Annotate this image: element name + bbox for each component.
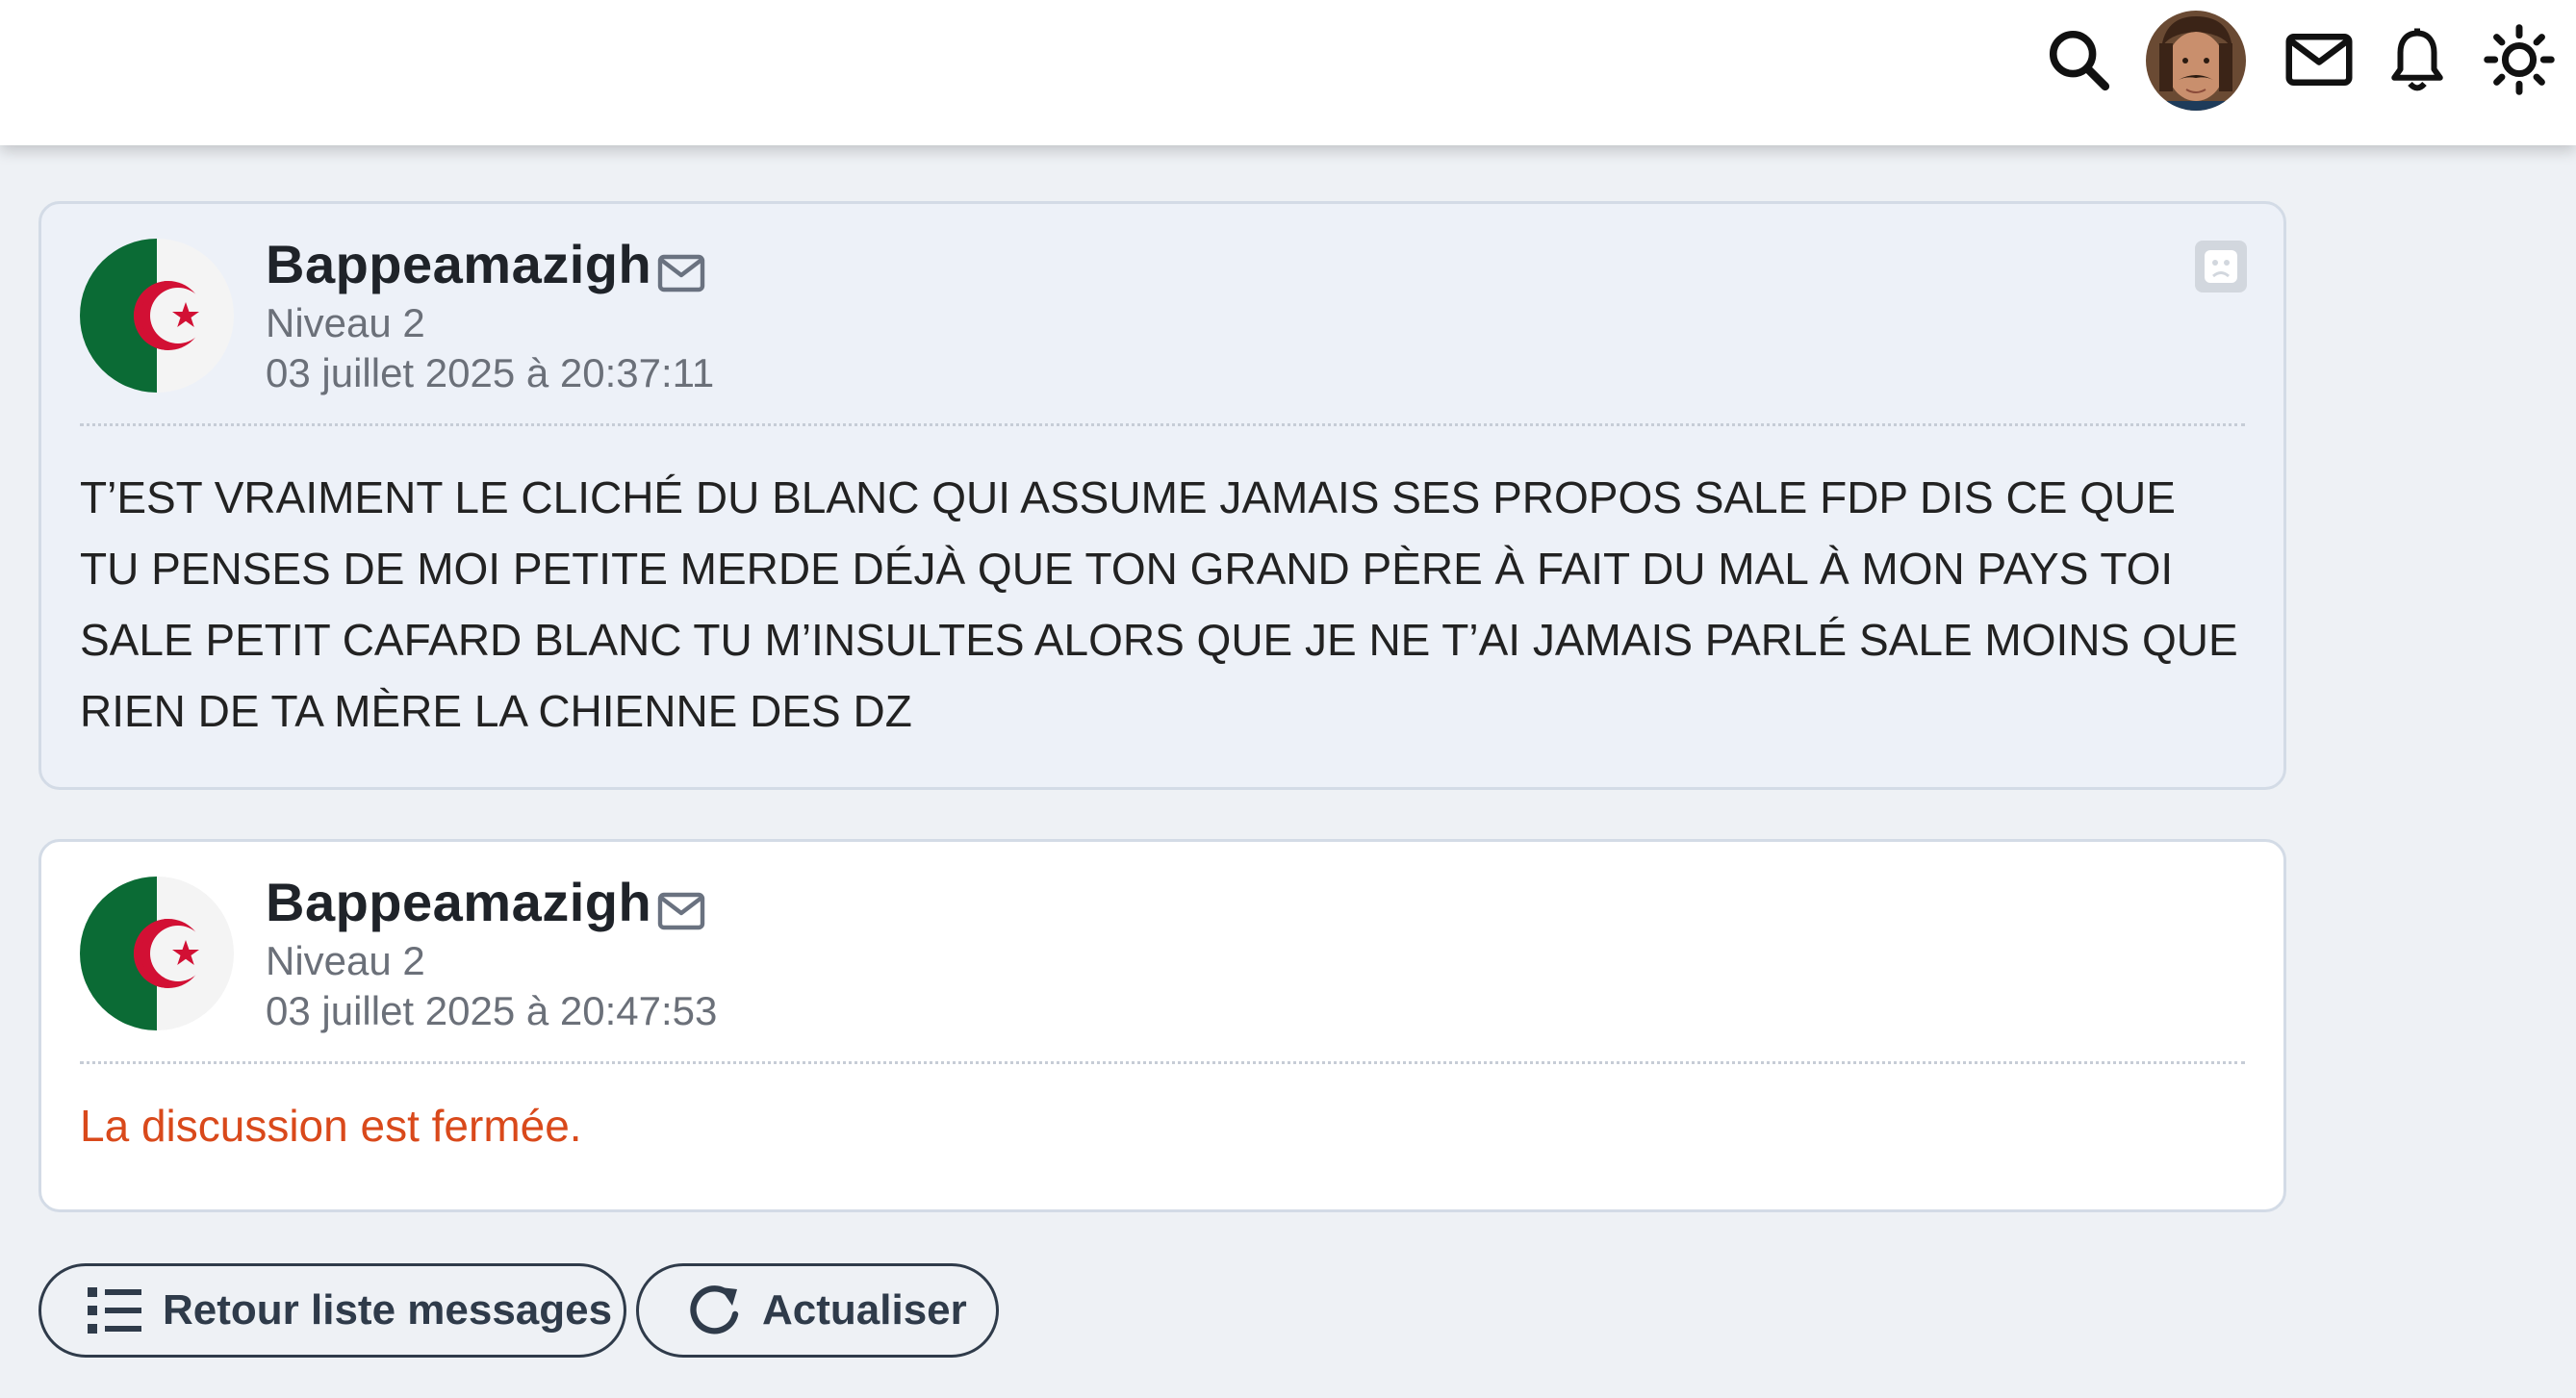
message-date: 03 juillet 2025 à 20:47:53	[266, 988, 718, 1033]
author-avatar[interactable]	[80, 239, 234, 393]
sad-face-icon	[2205, 250, 2237, 283]
mail-icon	[657, 892, 705, 930]
back-to-messages-button[interactable]: Retour liste messages	[38, 1263, 626, 1358]
search-icon	[2049, 30, 2110, 91]
bell-icon	[2391, 28, 2443, 91]
algerian-flag-avatar	[80, 877, 234, 1030]
author-name[interactable]: Bappeamazigh	[266, 233, 651, 295]
back-to-messages-label: Retour liste messages	[163, 1286, 613, 1334]
report-button[interactable]	[2195, 241, 2247, 292]
user-avatar[interactable]	[2146, 11, 2246, 111]
refresh-button[interactable]: Actualiser	[636, 1263, 999, 1358]
message-body: T’EST VRAIMENT LE CLICHÉ DU BLANC QUI AS…	[80, 472, 2238, 736]
list-icon	[88, 1287, 141, 1334]
author-level: Niveau 2	[266, 300, 425, 345]
message-card: Bappeamazigh Niveau 2 03 juillet 2025 à …	[38, 839, 2286, 1212]
author-avatar[interactable]	[80, 877, 234, 1030]
notifications-button[interactable]	[2369, 12, 2465, 108]
discussion-closed-notice: La discussion est fermée.	[80, 1101, 582, 1151]
header-divider	[80, 423, 2245, 426]
top-navigation-bar	[0, 0, 2576, 145]
refresh-icon	[690, 1285, 739, 1334]
mail-icon	[657, 254, 705, 292]
algerian-flag-avatar	[80, 239, 234, 393]
header-divider	[80, 1061, 2245, 1064]
refresh-label: Actualiser	[762, 1286, 967, 1334]
user-avatar-image	[2146, 11, 2246, 111]
send-message-button[interactable]	[657, 890, 705, 932]
send-message-button[interactable]	[657, 252, 705, 294]
theme-toggle-button[interactable]	[2471, 12, 2567, 108]
author-level: Niveau 2	[266, 938, 425, 983]
mail-icon	[2285, 34, 2353, 86]
sun-icon	[2484, 24, 2555, 95]
author-name[interactable]: Bappeamazigh	[266, 871, 651, 933]
search-button[interactable]	[2030, 12, 2127, 108]
message-date: 03 juillet 2025 à 20:37:11	[266, 350, 715, 395]
message-card: Bappeamazigh Niveau 2 03 juillet 2025 à …	[38, 201, 2286, 790]
mail-button[interactable]	[2271, 12, 2367, 108]
